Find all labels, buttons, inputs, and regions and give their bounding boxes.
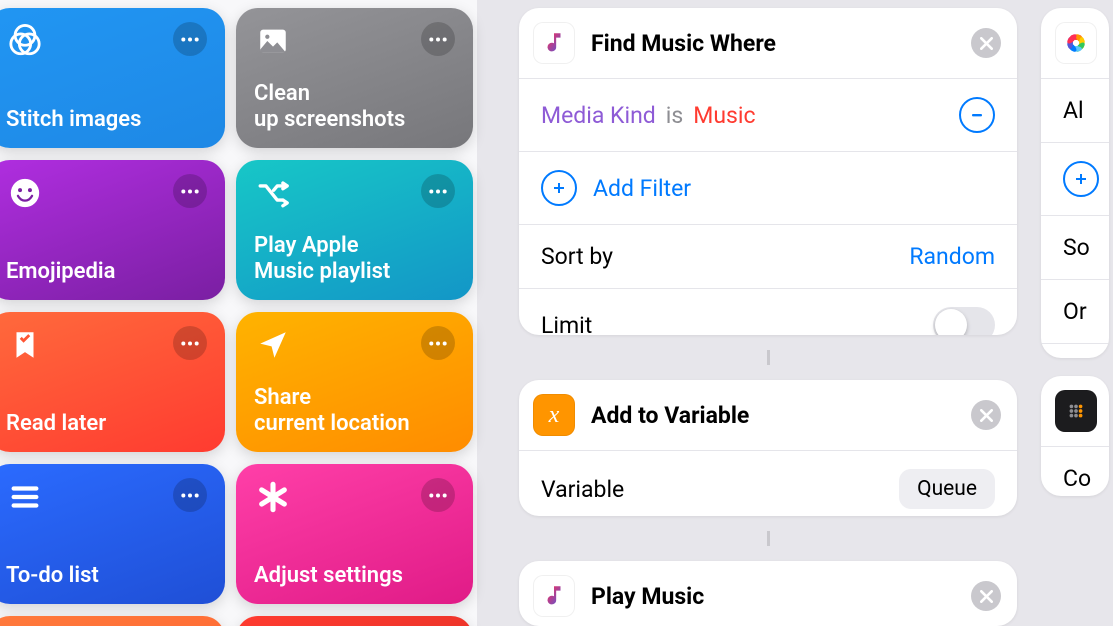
bookmark-icon (6, 326, 44, 364)
tile-label: Play AppleMusic playlist (254, 233, 455, 284)
filter-row[interactable]: Media Kind is Music (519, 78, 1017, 151)
limit-label: Limit (541, 312, 933, 336)
filter-value[interactable]: Music (693, 102, 755, 129)
variable-label: Variable (541, 476, 899, 503)
list-icon (6, 478, 44, 516)
music-app-icon (533, 575, 575, 617)
sort-value[interactable]: Random (909, 243, 995, 270)
location-icon (254, 326, 292, 364)
tile-label: Emojipedia (6, 259, 207, 284)
shortcut-tile[interactable]: Adjust settings (236, 464, 473, 604)
action-play-music: Play Music (519, 561, 1017, 626)
smile-icon (6, 174, 44, 212)
variable-value-pill[interactable]: Queue (899, 469, 995, 509)
remove-action-button[interactable] (971, 28, 1001, 58)
peek-add-filter[interactable] (1041, 142, 1109, 215)
shortcut-tile[interactable]: To-do list (0, 464, 225, 604)
tile-label: Sharecurrent location (254, 385, 455, 436)
action-photos-peek: Al So Or Lin (1041, 8, 1109, 358)
tile-label: To-do list (6, 563, 207, 588)
peek-row[interactable]: Or (1041, 279, 1109, 343)
peek-row[interactable]: Co (1041, 446, 1109, 496)
shortcut-tile[interactable]: Emojipedia (0, 160, 225, 300)
tile-label: Stitch images (6, 107, 207, 132)
remove-action-button[interactable] (971, 400, 1001, 430)
filter-field[interactable]: Media Kind (541, 102, 656, 129)
tile-label: Read later (6, 411, 207, 436)
connector (767, 531, 770, 546)
asterisk-icon (254, 478, 292, 516)
action-add-to-variable: x Add to Variable Variable Queue (519, 380, 1017, 516)
peek-row[interactable]: Al (1041, 78, 1109, 142)
sort-by-row[interactable]: Sort by Random (519, 224, 1017, 288)
sort-label: Sort by (541, 243, 909, 270)
action-title: Find Music Where (591, 30, 955, 57)
image-icon (254, 22, 292, 60)
peek-row[interactable]: Lin (1041, 343, 1109, 358)
peek-row[interactable]: So (1041, 215, 1109, 279)
plus-icon (541, 170, 577, 206)
calculator-app-icon (1055, 390, 1097, 432)
photos-app-icon (1055, 22, 1097, 64)
limit-toggle[interactable] (933, 307, 995, 335)
shortcut-tile[interactable]: Play AppleMusic playlist (236, 160, 473, 300)
action-title: Add to Variable (591, 402, 955, 429)
shortcut-tile[interactable]: Stitch images (0, 8, 225, 148)
more-button[interactable] (421, 174, 455, 208)
tile-label: Cleanup screenshots (254, 81, 455, 132)
plus-icon (1063, 161, 1099, 197)
more-button[interactable] (173, 22, 207, 56)
shortcuts-grid: Stitch images Cleanup screenshots Emojiped… (0, 0, 477, 626)
more-button[interactable] (173, 478, 207, 512)
connector (767, 350, 770, 365)
tile-label: Adjust settings (254, 563, 455, 588)
venn-icon (6, 22, 44, 60)
more-button[interactable] (173, 326, 207, 360)
variable-icon: x (533, 394, 575, 436)
editor-area: Find Music Where Media Kind is Music (477, 0, 1113, 626)
more-button[interactable] (173, 174, 207, 208)
limit-row[interactable]: Limit (519, 288, 1017, 335)
shortcut-tile[interactable] (0, 616, 225, 626)
action-title: Play Music (591, 583, 955, 610)
variable-row[interactable]: Variable Queue (519, 450, 1017, 516)
shortcut-tile[interactable] (236, 616, 473, 626)
add-filter-button[interactable]: Add Filter (519, 151, 1017, 224)
more-button[interactable] (421, 22, 455, 56)
remove-filter-button[interactable] (959, 97, 995, 133)
shortcut-tile[interactable]: Read later (0, 312, 225, 452)
action-calc-peek: Co (1041, 376, 1109, 496)
filter-op[interactable]: is (666, 102, 683, 129)
music-app-icon (533, 22, 575, 64)
shortcut-tile[interactable]: Cleanup screenshots (236, 8, 473, 148)
remove-action-button[interactable] (971, 581, 1001, 611)
add-filter-label: Add Filter (593, 175, 691, 202)
action-find-music: Find Music Where Media Kind is Music (519, 8, 1017, 335)
more-button[interactable] (421, 478, 455, 512)
secondary-column: Al So Or Lin (1041, 8, 1109, 626)
shortcut-tile[interactable]: Sharecurrent location (236, 312, 473, 452)
actions-column: Find Music Where Media Kind is Music (519, 8, 1017, 626)
shuffle-icon (254, 174, 292, 212)
more-button[interactable] (421, 326, 455, 360)
